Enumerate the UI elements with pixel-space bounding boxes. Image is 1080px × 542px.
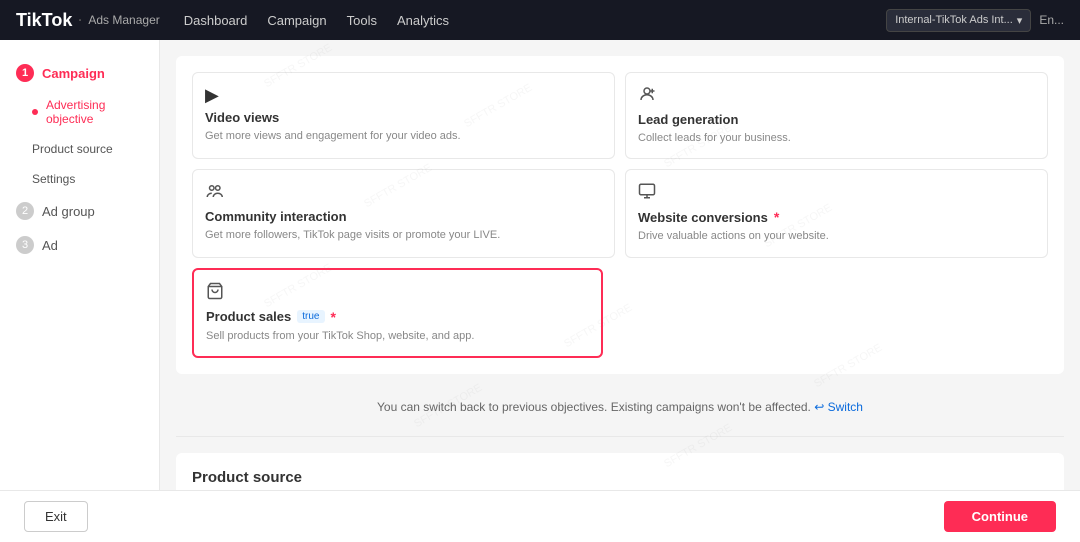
settings-label: Settings bbox=[32, 172, 75, 186]
switch-notice: You can switch back to previous objectiv… bbox=[176, 390, 1064, 424]
section-divider bbox=[176, 436, 1064, 437]
required-dot: * bbox=[774, 209, 779, 225]
lead-gen-desc: Collect leads for your business. bbox=[638, 131, 1035, 146]
step-1-icon: 1 bbox=[16, 64, 34, 82]
tiktok-icon: TikTok bbox=[16, 10, 72, 31]
objectives-section: ▶ Video views Get more views and engagem… bbox=[176, 56, 1064, 374]
sidebar-item-product-source[interactable]: Product source bbox=[0, 134, 159, 164]
top-navigation: TikTok · Ads Manager Dashboard Campaign … bbox=[0, 0, 1080, 40]
main-content: SFFTR STORE SFFTR STORE SFFTR STORE SFFT… bbox=[160, 40, 1080, 542]
account-label: Internal-TikTok Ads Int... bbox=[895, 14, 1013, 26]
chevron-down-icon: ▾ bbox=[1017, 14, 1023, 27]
switch-notice-text: You can switch back to previous objectiv… bbox=[377, 400, 811, 414]
switch-link-text: Switch bbox=[828, 400, 863, 414]
website-conv-icon bbox=[638, 182, 1035, 205]
bottom-bar: Exit Continue bbox=[0, 490, 1080, 542]
sidebar-item-campaign[interactable]: 1 Campaign bbox=[0, 56, 159, 90]
nav-campaign[interactable]: Campaign bbox=[267, 13, 326, 28]
advertising-objective-label: Advertising objective bbox=[46, 98, 143, 126]
sidebar: 1 Campaign Advertising objective Product… bbox=[0, 40, 160, 542]
beta-badge: true bbox=[297, 310, 324, 323]
lead-gen-icon bbox=[638, 85, 1035, 108]
enlarge-label: En... bbox=[1039, 13, 1064, 27]
sidebar-item-advertising-objective[interactable]: Advertising objective bbox=[0, 90, 159, 134]
sidebar-item-ad[interactable]: 3 Ad bbox=[0, 228, 159, 262]
lead-gen-title: Lead generation bbox=[638, 112, 1035, 127]
video-views-title: Video views bbox=[205, 110, 602, 125]
sidebar-item-ad-group[interactable]: 2 Ad group bbox=[0, 194, 159, 228]
account-selector[interactable]: Internal-TikTok Ads Int... ▾ bbox=[886, 9, 1031, 32]
active-dot bbox=[32, 109, 38, 115]
campaign-label: Campaign bbox=[42, 66, 105, 81]
objective-card-community[interactable]: Community interaction Get more followers… bbox=[192, 169, 615, 257]
product-sales-title: Product sales true * bbox=[206, 309, 589, 325]
ads-manager-label: Ads Manager bbox=[88, 13, 159, 27]
exit-button[interactable]: Exit bbox=[24, 501, 88, 532]
community-title: Community interaction bbox=[205, 209, 602, 224]
switch-link[interactable]: ↩ Switch bbox=[814, 400, 863, 414]
video-views-icon: ▶ bbox=[205, 85, 602, 106]
objective-card-website-conversions[interactable]: Website conversions* Drive valuable acti… bbox=[625, 169, 1048, 257]
website-conv-title: Website conversions* bbox=[638, 209, 1035, 225]
objective-card-video-views[interactable]: ▶ Video views Get more views and engagem… bbox=[192, 72, 615, 159]
ad-group-label: Ad group bbox=[42, 204, 95, 219]
nav-tools[interactable]: Tools bbox=[347, 13, 377, 28]
community-desc: Get more followers, TikTok page visits o… bbox=[205, 228, 602, 243]
nav-links: Dashboard Campaign Tools Analytics bbox=[184, 13, 862, 28]
sidebar-item-settings[interactable]: Settings bbox=[0, 164, 159, 194]
main-layout: 1 Campaign Advertising objective Product… bbox=[0, 0, 1080, 542]
product-sales-desc: Sell products from your TikTok Shop, web… bbox=[206, 329, 589, 344]
product-source-label: Product source bbox=[32, 142, 113, 156]
objectives-grid: ▶ Video views Get more views and engagem… bbox=[192, 72, 1048, 258]
step-3-icon: 3 bbox=[16, 236, 34, 254]
step-2-icon: 2 bbox=[16, 202, 34, 220]
video-views-desc: Get more views and engagement for your v… bbox=[205, 129, 602, 144]
nav-dashboard[interactable]: Dashboard bbox=[184, 13, 248, 28]
objective-card-product-sales[interactable]: Product sales true * Sell products from … bbox=[192, 268, 603, 358]
continue-button[interactable]: Continue bbox=[944, 501, 1056, 532]
website-conv-desc: Drive valuable actions on your website. bbox=[638, 229, 1035, 244]
required-dot-2: * bbox=[331, 309, 336, 325]
ad-label: Ad bbox=[42, 238, 58, 253]
top-right: Internal-TikTok Ads Int... ▾ En... bbox=[886, 9, 1064, 32]
nav-analytics[interactable]: Analytics bbox=[397, 13, 449, 28]
product-sales-icon bbox=[206, 282, 589, 305]
logo: TikTok · Ads Manager bbox=[16, 10, 160, 31]
product-sales-row: Product sales true * Sell products from … bbox=[192, 268, 1048, 358]
separator: · bbox=[78, 13, 82, 27]
product-source-title: Product source bbox=[192, 469, 1048, 486]
community-icon bbox=[205, 182, 602, 205]
objective-card-lead-generation[interactable]: Lead generation Collect leads for your b… bbox=[625, 72, 1048, 159]
switch-icon: ↩ bbox=[814, 400, 824, 414]
